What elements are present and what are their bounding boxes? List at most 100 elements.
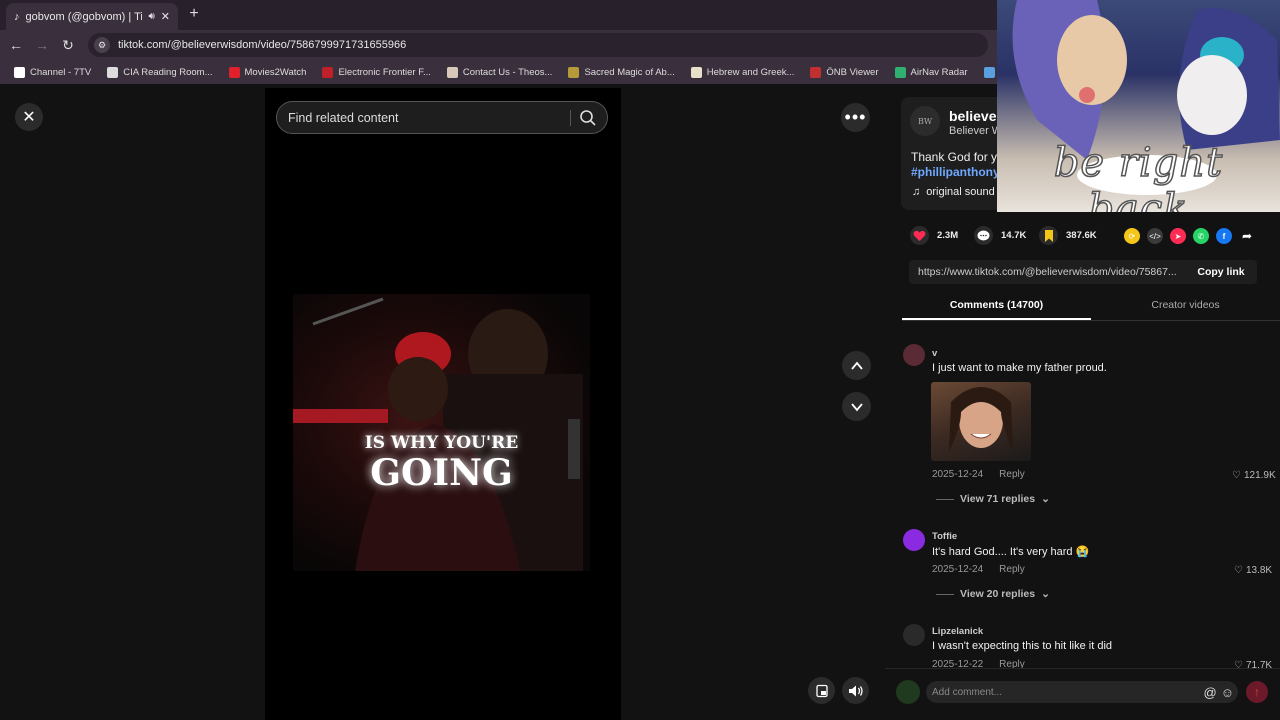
comment-text: It's hard God.... It's very hard 😭 (932, 546, 1090, 558)
bookmark-item[interactable]: Electronic Frontier F... (314, 62, 438, 82)
bookmark-label: Electronic Frontier F... (338, 66, 431, 78)
bookmark-label: CIA Reading Room... (123, 66, 213, 78)
bookmark-item[interactable]: AirNav Radar (887, 62, 976, 82)
arrow-up-icon: ↑ (1254, 685, 1260, 699)
current-user-avatar[interactable] (896, 680, 920, 704)
bookmark-label: Sacred Magic of Ab... (584, 66, 675, 78)
bookmark-favicon-icon (690, 66, 702, 78)
site-settings-icon[interactable]: ⚙ (94, 37, 110, 53)
tab-close-icon[interactable]: ✕ (161, 10, 170, 23)
floating-player-icon (815, 684, 828, 697)
previous-video-button[interactable] (842, 351, 871, 380)
bookmark-item[interactable]: Movies2Watch (221, 62, 315, 82)
save-stat[interactable]: 387.6K (1039, 226, 1097, 245)
sound-link[interactable]: ♫ original sound (912, 186, 995, 198)
author-name[interactable]: believer (949, 108, 1002, 124)
comment-text: I just want to make my father proud. (932, 362, 1107, 374)
bookmark-favicon-icon (983, 66, 995, 78)
bookmark-favicon-icon (322, 66, 334, 78)
bookmark-favicon-icon (568, 66, 580, 78)
copy-link-button[interactable]: Copy link (1185, 266, 1257, 278)
view-replies-label: View 71 replies (960, 493, 1036, 505)
commenter-name[interactable]: Toffie (932, 531, 957, 542)
comment-like[interactable]: ♡ 121.9K (1232, 470, 1276, 481)
tab-comments[interactable]: Comments (14700) (902, 293, 1091, 320)
reload-button[interactable]: ↻ (55, 32, 81, 58)
commenter-avatar[interactable] (903, 624, 925, 646)
repost-icon[interactable]: ⟳ (1124, 228, 1140, 244)
comment-meta: 2025-12-24 Reply (932, 469, 1025, 480)
post-hashtag[interactable]: #phillipanthony (911, 165, 1000, 179)
browser-tab[interactable]: ♪ gobvom (@gobvom) | TikTo 🔊︎ ✕ (6, 3, 178, 30)
picture-in-picture-button[interactable] (808, 677, 835, 704)
comment-gif-image[interactable] (931, 382, 1031, 461)
mention-icon[interactable]: @ (1204, 685, 1217, 700)
stream-overlay-image: be right back (997, 0, 1280, 212)
new-tab-button[interactable]: + (185, 5, 203, 23)
emoji-icon[interactable]: ☺ (1221, 685, 1234, 700)
reply-button[interactable]: Reply (999, 469, 1025, 480)
comment-date: 2025-12-24 (932, 469, 984, 480)
close-button[interactable]: ✕ (15, 103, 43, 131)
commenter-avatar[interactable] (903, 529, 925, 551)
author-avatar[interactable]: BW (910, 106, 940, 136)
author-avatar-text: BW (917, 116, 933, 126)
whatsapp-icon[interactable]: ✆ (1193, 228, 1209, 244)
bookmark-item[interactable]: Sacred Magic of Ab... (560, 62, 682, 82)
commenter-name[interactable]: v (932, 348, 937, 359)
commenter-name[interactable]: Lipzelanick (932, 626, 983, 637)
share-link-url[interactable]: https://www.tiktok.com/@believerwisdom/v… (918, 266, 1185, 278)
back-button[interactable]: ← (3, 32, 29, 58)
audio-playing-icon[interactable]: 🔊︎ (148, 11, 154, 22)
bookmark-label: Channel - 7TV (30, 66, 92, 78)
next-video-button[interactable] (842, 392, 871, 421)
add-comment-input[interactable]: Add comment... @ ☺ (926, 681, 1238, 703)
bookmark-favicon-icon (107, 66, 119, 78)
like-stat[interactable]: 2.3M (910, 226, 958, 245)
comment-stat[interactable]: 14.7K (974, 226, 1026, 245)
gif-face-graphic (949, 387, 1013, 452)
bookmark-item[interactable]: ÖNB Viewer (802, 62, 886, 82)
forward-button[interactable]: → (29, 32, 55, 58)
comment-bubble-icon (974, 226, 993, 245)
search-input[interactable]: Find related content (288, 111, 399, 125)
post-description: Thank God for y (911, 150, 998, 164)
tab-creator-videos[interactable]: Creator videos (1091, 293, 1280, 320)
more-dots-icon: ••• (844, 107, 867, 127)
commenter-avatar[interactable] (903, 344, 925, 366)
bookmark-item[interactable]: Channel - 7TV (6, 62, 99, 82)
embed-icon[interactable]: </> (1147, 228, 1163, 244)
video-frame[interactable]: IS WHY YOU'RE GOING (293, 294, 590, 571)
be-right-back-text: be right back (1053, 139, 1224, 212)
bookmark-item[interactable]: Contact Us - Theos... (439, 62, 561, 82)
send-to-friends-icon[interactable]: ➤ (1170, 228, 1186, 244)
chevron-down-icon: ⌄ (1041, 493, 1050, 505)
author-nickname: Believer W (949, 125, 1003, 137)
add-comment-placeholder: Add comment... (932, 686, 1003, 698)
bookmark-item[interactable]: CIA Reading Room... (99, 62, 220, 82)
post-comment-button[interactable]: ↑ (1246, 681, 1268, 703)
view-replies-button[interactable]: View 20 replies ⌄ (936, 588, 1050, 600)
video-caption-line2: GOING (370, 452, 513, 494)
save-count: 387.6K (1066, 230, 1097, 241)
heart-icon (910, 226, 929, 245)
search-divider (570, 110, 571, 126)
heart-outline-icon: ♡ (1232, 470, 1241, 481)
bookmark-favicon-icon (228, 66, 240, 78)
reply-button[interactable]: Reply (999, 564, 1025, 575)
bookmark-label: Contact Us - Theos... (462, 66, 553, 78)
view-replies-button[interactable]: View 71 replies ⌄ (936, 493, 1050, 505)
more-options-button[interactable]: ••• (841, 103, 870, 132)
chevron-up-icon (850, 361, 863, 370)
share-arrow-icon[interactable]: ➦ (1239, 228, 1255, 244)
search-box[interactable]: Find related content (276, 101, 608, 134)
address-bar[interactable]: ⚙ tiktok.com/@believerwisdom/video/75867… (88, 33, 988, 57)
volume-button[interactable] (842, 677, 869, 704)
bookmark-item[interactable]: Hebrew and Greek... (683, 62, 803, 82)
facebook-icon[interactable]: f (1216, 228, 1232, 244)
share-link-box: https://www.tiktok.com/@believerwisdom/v… (909, 260, 1257, 284)
comment-date: 2025-12-24 (932, 564, 984, 575)
sound-name: original sound (926, 186, 995, 198)
search-icon[interactable] (579, 109, 597, 127)
comment-like[interactable]: ♡ 13.8K (1234, 565, 1272, 576)
